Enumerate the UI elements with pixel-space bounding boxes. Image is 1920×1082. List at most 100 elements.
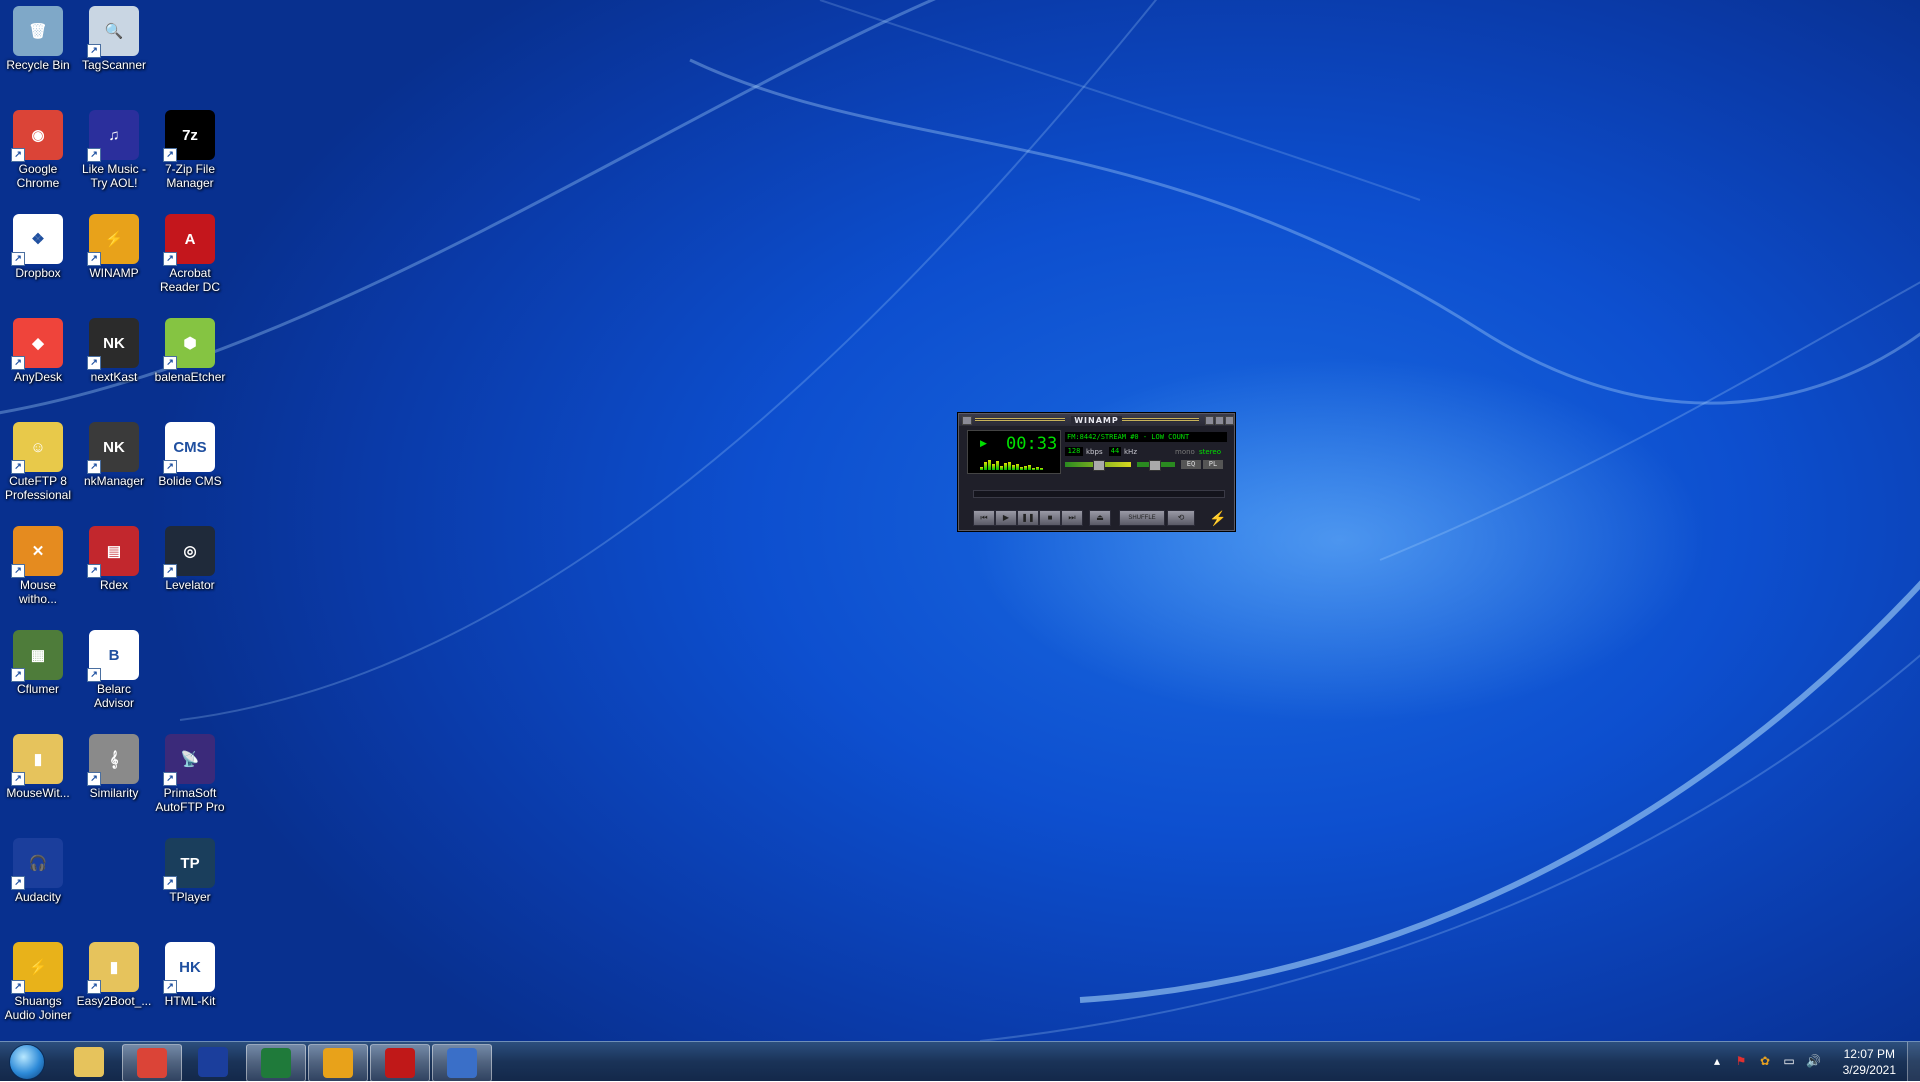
- spectrum-analyzer: [980, 460, 1043, 470]
- desktop-shortcut[interactable]: NK ↗ nkManager: [76, 416, 152, 488]
- desktop-shortcut[interactable]: 🔍 ↗ TagScanner: [76, 0, 152, 72]
- desktop-shortcut[interactable]: 7z ↗ 7-Zip File Manager: [152, 104, 228, 190]
- close-button[interactable]: [1225, 416, 1234, 425]
- desktop-shortcut[interactable]: 𝄞 ↗ Similarity: [76, 728, 152, 800]
- pause-button[interactable]: ❚❚: [1017, 510, 1039, 526]
- desktop-shortcut[interactable]: B ↗ Belarc Advisor: [76, 624, 152, 710]
- desktop-shortcut[interactable]: CMS ↗ Bolide CMS: [152, 416, 228, 488]
- visualizer-display[interactable]: ▶ 00:33: [967, 430, 1061, 474]
- shortcut-arrow-icon: ↗: [87, 148, 101, 162]
- desktop-shortcut-label: PrimaSoft AutoFTP Pro: [155, 786, 225, 814]
- taskbar-button-remote[interactable]: [432, 1044, 492, 1082]
- volume-icon[interactable]: 🔊: [1806, 1054, 1821, 1068]
- shortcut-arrow-icon: ↗: [163, 772, 177, 786]
- tray-app-icon[interactable]: ✿: [1758, 1054, 1772, 1068]
- desktop-shortcut[interactable]: ▤ ↗ Rdex: [76, 520, 152, 592]
- desktop-shortcut[interactable]: ◎ ↗ Levelator: [152, 520, 228, 592]
- dropbox-icon: ❖ ↗: [11, 214, 63, 266]
- balance-thumb[interactable]: [1149, 460, 1161, 471]
- desktop-shortcut[interactable]: ♫ ↗ Like Music - Try AOL!: [76, 104, 152, 190]
- desktop-shortcut[interactable]: ▦ ↗ Cflumer: [0, 624, 76, 696]
- show-hidden-icons-icon[interactable]: ▴: [1710, 1054, 1724, 1068]
- rdex-icon: ▤ ↗: [87, 526, 139, 578]
- eject-button[interactable]: ⏏: [1089, 510, 1111, 526]
- taskbar-button-chrome[interactable]: [122, 1044, 182, 1082]
- desktop[interactable]: 🗑 Recycle Bin 🔍 ↗ TagScanner ◉ ↗ Google Chrome ♫…: [0, 0, 1920, 1041]
- shuffle-button[interactable]: SHUFFLE: [1119, 510, 1165, 526]
- desktop-shortcut[interactable]: ◉ ↗ Google Chrome: [0, 104, 76, 190]
- folder-icon: ▮ ↗: [87, 942, 139, 994]
- taskbar-button-explorer[interactable]: [60, 1044, 118, 1080]
- winamp-menu-icon[interactable]: [962, 416, 972, 425]
- desktop-shortcut[interactable]: ❖ ↗ Dropbox: [0, 208, 76, 280]
- desktop-shortcut-label: Like Music - Try AOL!: [81, 162, 146, 190]
- previous-button[interactable]: ⏮: [973, 510, 995, 526]
- start-button[interactable]: [4, 1043, 50, 1081]
- desktop-shortcut-label: Recycle Bin: [6, 58, 70, 72]
- desktop-shortcut[interactable]: TP ↗ TPlayer: [152, 832, 228, 904]
- taskbar-button-excel[interactable]: [246, 1044, 306, 1082]
- shortcut-arrow-icon: ↗: [87, 252, 101, 266]
- network-icon[interactable]: ▭: [1782, 1054, 1796, 1068]
- satellite-dish-icon: 📡 ↗: [163, 734, 215, 786]
- desktop-shortcut[interactable]: 🗑 Recycle Bin: [0, 0, 76, 72]
- desktop-shortcut[interactable]: ⚡ ↗ WINAMP: [76, 208, 152, 280]
- shortcut-arrow-icon: ↗: [11, 668, 25, 682]
- khz-label: kHz: [1124, 448, 1137, 456]
- desktop-shortcut-label: Google Chrome: [16, 162, 60, 190]
- action-center-flag-icon[interactable]: ⚑: [1734, 1054, 1748, 1068]
- desktop-shortcut-label: 7-Zip File Manager: [164, 162, 215, 190]
- shade-button[interactable]: [1215, 416, 1224, 425]
- khz-value: 44: [1109, 447, 1121, 456]
- audacity-icon: 🎧 ↗: [11, 838, 63, 890]
- minimize-button[interactable]: [1205, 416, 1214, 425]
- desktop-shortcut[interactable]: 📡 ↗ PrimaSoft AutoFTP Pro: [152, 728, 228, 814]
- chrome-icon: ◉ ↗: [11, 110, 63, 162]
- play-button[interactable]: ▶: [995, 510, 1017, 526]
- desktop-shortcut[interactable]: ▮ ↗ Easy2Boot_...: [76, 936, 152, 1008]
- desktop-shortcut[interactable]: A ↗ Acrobat Reader DC: [152, 208, 228, 294]
- taskbar-button-winamp[interactable]: [308, 1044, 368, 1082]
- eq-toggle-button[interactable]: EQ: [1181, 460, 1201, 469]
- shortcut-arrow-icon: ↗: [11, 356, 25, 370]
- taskbar: ▴ ⚑ ✿ ▭ 🔊 12:07 PM 3/29/2021: [0, 1041, 1920, 1082]
- show-desktop-button[interactable]: [1907, 1042, 1920, 1081]
- time-display[interactable]: 00:33: [1006, 434, 1057, 454]
- shortcut-arrow-icon: ↗: [87, 356, 101, 370]
- shortcut-arrow-icon: ↗: [163, 876, 177, 890]
- winamp-window[interactable]: WINAMP ▶ 00:33 FM:8442/STREAM #0 - LOW C…: [958, 413, 1235, 531]
- desktop-shortcut-label: Cflumer: [16, 682, 59, 696]
- folder-icon: ▮ ↗: [11, 734, 63, 786]
- desktop-shortcut[interactable]: ⚡ ↗ Shuangs Audio Joiner: [0, 936, 76, 1022]
- seek-bar[interactable]: [973, 490, 1225, 498]
- taskbar-button-audacity[interactable]: [184, 1044, 242, 1080]
- stop-button[interactable]: ■: [1039, 510, 1061, 526]
- taskbar-button-cherry[interactable]: [370, 1044, 430, 1082]
- playlist-toggle-button[interactable]: PL: [1203, 460, 1223, 469]
- shortcut-arrow-icon: ↗: [163, 356, 177, 370]
- repeat-button[interactable]: ⟲: [1167, 510, 1195, 526]
- desktop-shortcut-label: MouseWit...: [6, 786, 70, 800]
- winamp-title: WINAMP: [1071, 415, 1122, 425]
- desktop-shortcut[interactable]: ⬢ ↗ balenaEtcher: [152, 312, 228, 384]
- winamp-logo-icon[interactable]: ⚡: [1209, 510, 1226, 526]
- song-title-ticker[interactable]: FM:8442/STREAM #0 - LOW COUNT: [1065, 432, 1227, 442]
- desktop-shortcut[interactable]: ☺ ↗ CuteFTP 8 Professional: [0, 416, 76, 502]
- shortcut-arrow-icon: ↗: [163, 148, 177, 162]
- shortcut-arrow-icon: ↗: [11, 460, 25, 474]
- desktop-shortcut[interactable]: ◆ ↗ AnyDesk: [0, 312, 76, 384]
- html-kit-icon: HK ↗: [163, 942, 215, 994]
- desktop-shortcut[interactable]: HK ↗ HTML-Kit: [152, 936, 228, 1008]
- desktop-shortcut[interactable]: 🎧 ↗ Audacity: [0, 832, 76, 904]
- clock[interactable]: 12:07 PM 3/29/2021: [1843, 1046, 1896, 1078]
- nkmanager-icon: NK ↗: [87, 422, 139, 474]
- volume-thumb[interactable]: [1093, 460, 1105, 471]
- shortcut-arrow-icon: ↗: [87, 460, 101, 474]
- anydesk-icon: ◆ ↗: [11, 318, 63, 370]
- desktop-shortcut[interactable]: NK ↗ nextKast: [76, 312, 152, 384]
- next-button[interactable]: ⏭: [1061, 510, 1083, 526]
- desktop-shortcut[interactable]: ✕ ↗ Mouse witho...: [0, 520, 76, 606]
- winamp-titlebar[interactable]: WINAMP: [959, 414, 1234, 426]
- desktop-shortcut[interactable]: ▮ ↗ MouseWit...: [0, 728, 76, 800]
- desktop-shortcut-label: nkManager: [83, 474, 145, 488]
